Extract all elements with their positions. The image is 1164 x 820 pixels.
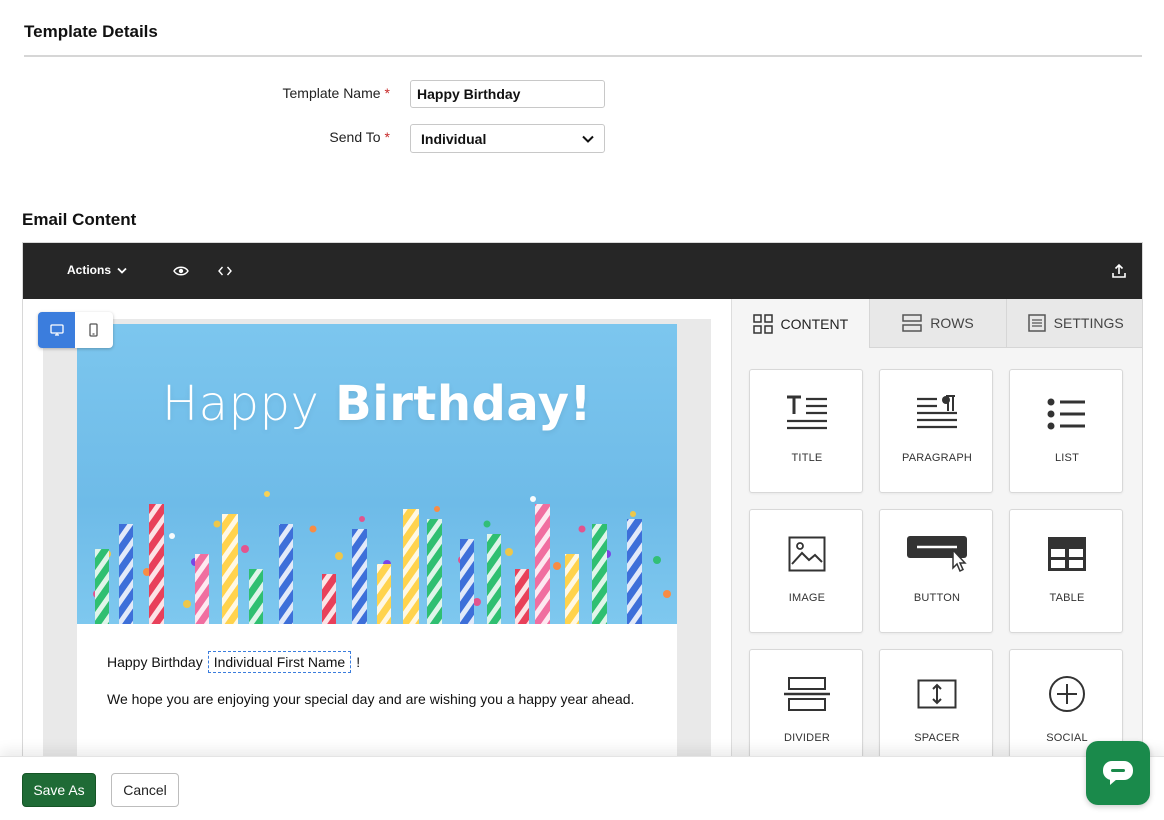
image-icon [788,536,826,572]
candles-confetti-illustration [93,491,671,624]
tab-rows-label: ROWS [930,315,974,331]
tab-content-label: CONTENT [780,315,849,332]
hero-heading-light: Happy [162,376,336,432]
actions-menu-button[interactable]: Actions [67,263,127,277]
mobile-view-button[interactable] [75,312,112,348]
table-icon [1048,537,1086,571]
hero-heading: Happy Birthday! [77,376,677,432]
settings-list-icon [1027,314,1046,332]
chat-bubble-icon [1103,761,1133,785]
editor-toolbar: Actions [23,243,1142,299]
footer-bar: Save As Cancel [0,756,1164,820]
required-asterisk: * [384,129,390,145]
send-to-label-text: Send To [329,129,381,145]
panel-tabs: CONTENT ROWS SETTINGS [732,299,1142,348]
block-spacer[interactable]: SPACER [879,649,993,773]
block-list-label: LIST [1054,452,1080,464]
paragraph-icon [917,395,957,429]
block-image[interactable]: IMAGE [749,509,863,633]
chevron-down-icon [582,135,594,143]
required-asterisk: * [384,85,390,101]
code-icon[interactable] [215,261,235,281]
template-details-heading: Template Details [24,22,158,41]
template-name-label-text: Template Name [282,85,381,101]
hero-heading-bold: Birthday! [335,376,592,432]
upload-icon[interactable] [1109,261,1129,281]
desktop-icon [49,324,64,336]
template-name-label: Template Name * [190,85,391,101]
block-title[interactable]: TITLE [749,369,863,493]
social-icon [1049,676,1085,712]
device-toggle [38,312,113,348]
hero-image[interactable]: Happy Birthday! [77,324,677,624]
spacer-icon [917,679,957,709]
list-icon [1047,398,1085,430]
merge-tag-first-name[interactable]: Individual First Name [207,651,352,673]
greeting-line[interactable]: Happy Birthday Individual First Name ! [107,651,360,673]
block-list[interactable]: LIST [1009,369,1123,493]
block-image-label: IMAGE [788,592,826,604]
block-spacer-label: SPACER [914,732,960,744]
block-button[interactable]: BUTTON [879,509,993,633]
desktop-view-button[interactable] [38,312,75,348]
tab-settings[interactable]: SETTINGS [1006,299,1142,348]
section-divider [24,55,1142,57]
divider-icon [784,677,830,711]
mobile-icon [89,323,98,337]
content-panel: CONTENT ROWS SETTINGS TITLE PARAGRAPH LI… [731,299,1142,819]
block-table[interactable]: TABLE [1009,509,1123,633]
save-as-button[interactable]: Save As [22,773,96,807]
block-title-label: TITLE [791,452,823,464]
tab-content[interactable]: CONTENT [732,299,869,348]
block-button-label: BUTTON [913,592,961,604]
cancel-button[interactable]: Cancel [111,773,179,807]
template-name-input[interactable] [410,80,605,108]
block-table-label: TABLE [1049,592,1085,604]
email-content-heading: Email Content [22,210,137,229]
block-divider[interactable]: DIVIDER [749,649,863,773]
grid-icon [752,313,773,334]
body-paragraph[interactable]: We hope you are enjoying your special da… [107,691,634,707]
email-body: Happy Birthday! Happy Birthday Individua… [77,324,677,819]
tab-rows[interactable]: ROWS [868,299,1007,348]
block-paragraph[interactable]: PARAGRAPH [879,369,993,493]
send-to-selected-value: Individual [421,130,487,147]
email-canvas: Happy Birthday! Happy Birthday Individua… [23,299,731,819]
send-to-label: Send To * [190,129,390,145]
send-to-select[interactable]: Individual [410,124,605,153]
chevron-down-icon [117,267,127,274]
rows-icon [902,314,922,332]
chat-support-button[interactable] [1086,741,1150,805]
title-icon [787,395,827,430]
greeting-suffix: ! [356,654,361,670]
greeting-prefix: Happy Birthday [107,654,203,670]
block-paragraph-label: PARAGRAPH [901,452,973,464]
email-editor: Actions Happy Birthday! Happy Birthday I… [22,242,1143,820]
actions-label: Actions [67,263,112,277]
block-divider-label: DIVIDER [783,732,831,744]
tab-settings-label: SETTINGS [1053,315,1124,331]
button-icon [907,536,967,573]
preview-eye-icon[interactable] [171,261,191,281]
